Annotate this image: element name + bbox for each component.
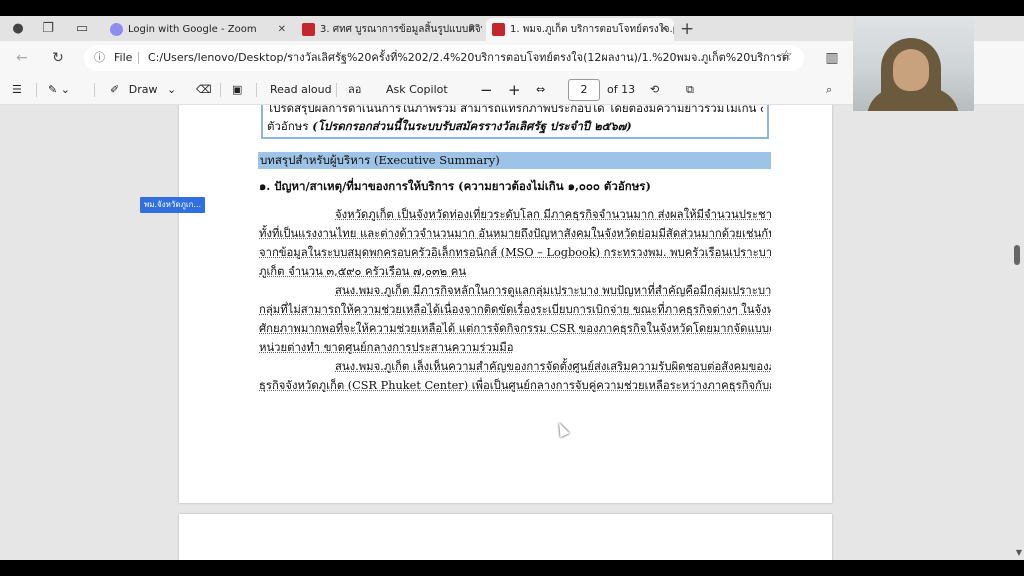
split-screen-icon[interactable]: ▥ [822,48,842,68]
page-total-label: of 13 [607,83,636,96]
instruction-emphasis: (โปรดกรอกส่วนนี้ในระบบรับสมัครรางวัลเลิศ… [312,119,632,133]
paragraph-2: สนง.พมจ.ภูเก็ต มีภารกิจหลักในการดูแลกลุ่… [259,281,771,357]
divider [220,83,221,97]
file-scheme-label: File [114,51,133,64]
text-line: สนง.พมจ.ภูเก็ต มีภารกิจหลักในการดูแลกลุ่… [335,284,771,297]
text-line: จังหวัดภูเก็ต เป็นจังหวัดท่องเที่ยวระดับ… [335,208,771,221]
comment-chip[interactable]: พม.จังหวัดภูเก... [140,197,205,213]
paragraph-3: สนง.พมจ.ภูเก็ต เล็งเห็นความสำคัญของการจั… [259,357,771,395]
text-line: กลุ่มที่ไม่สามารถให้ความช่วยเหลือได้เนื่… [259,303,771,316]
pdf-icon [492,23,505,36]
reload-icon[interactable]: ↻ [48,48,68,68]
pdf-page-2: โปรดสรุปผลการดำเนินการในภาพรวม สามารถแทร… [179,105,832,503]
pdf-page-3 [179,514,832,560]
url-text: C:/Users/lenovo/Desktop/รางวัลเลิศรัฐ%20… [148,51,788,64]
text-line: ทั้งที่เป็นแรงงานไทย และต่างด้าวจำนวนมาก… [259,227,771,240]
profile-icon[interactable]: ● [8,19,28,39]
favorite-star-icon[interactable]: ☆ [780,48,793,64]
divider [36,83,37,97]
close-icon[interactable]: ✕ [660,18,668,41]
back-icon[interactable]: ← [12,48,32,68]
text-line: สนง.พมจ.ภูเก็ต เล็งเห็นความสำคัญของการจั… [335,360,771,373]
workspaces-icon[interactable]: ❐ [38,19,58,39]
draw-icon: ✐ [110,83,120,96]
webcam-video-thumbnail [853,16,974,111]
zoom-icon [110,23,123,36]
zoom-in-button[interactable]: + [508,75,521,105]
scrollbar-thumb[interactable] [1014,245,1020,265]
tab-label: Login with Google - Zoom [128,24,257,35]
tab-label: 1. พมจ.ภูเก็ต บริการตอบโจทย์ตรงใจ.p [510,24,674,35]
info-icon[interactable]: ⓘ [94,45,105,71]
text-line: จากข้อมูลในระบบสมุดพกครอบครัวอิเล็กทรอนิ… [259,246,771,259]
draw-button[interactable]: ✐ Draw ⌄ [110,75,176,105]
tab-actions-icon[interactable]: ▭ [72,19,92,39]
translate-icon[interactable]: ลอ [348,75,361,105]
text-line: ธุรกิจจังหวัดภูเก็ต (CSR Phuket Center) … [259,379,771,392]
divider [94,83,95,97]
url-field[interactable]: ⓘ File C:/Users/lenovo/Desktop/รางวัลเลิ… [84,45,804,71]
rotate-icon[interactable]: ⟲ [650,75,659,105]
draw-label: Draw [128,83,158,96]
tab-pdf-1-active[interactable]: 1. พมจ.ภูเก็ต บริการตอบโจทย์ตรงใจ.p ✕ [486,18,674,41]
zoom-out-button[interactable]: − [480,75,493,105]
tab-zoom[interactable]: Login with Google - Zoom ✕ [104,18,292,41]
ask-copilot-button[interactable]: Ask Copilot [386,75,448,105]
close-icon[interactable]: ✕ [278,18,286,41]
contents-icon[interactable]: ☰ [12,75,22,105]
chevron-down-icon: ⌄ [166,83,177,96]
instruction-line-1: โปรดสรุปผลการดำเนินการในภาพรวม สามารถแทร… [267,105,763,115]
divider [336,83,337,97]
instruction-box: โปรดสรุปผลการดำเนินการในภาพรวม สามารถแทร… [261,105,769,139]
text-line: ศักยภาพมากพอที่จะให้ความช่วยเหลือได้ แต่… [259,322,771,335]
tab-label: 3. ศทศ บูรณาการข้อมูลสิ้นรูปแบบดิจิทั [320,24,482,35]
page-view-icon[interactable]: ⧉ [686,75,694,105]
pdf-icon [302,23,315,36]
divider [138,52,139,64]
highlight-icon[interactable]: ✎ ⌄ [48,75,70,105]
text-line: ภูเก็ต จำนวน ๓,๕๙๐ ครัวเรือน ๗,๐๓๒ คน [259,265,467,278]
section-heading: บทสรุปสำหรับผู้บริหาร (Executive Summary… [258,152,771,169]
text-box-icon[interactable]: ▣ [232,75,242,105]
paragraph-1: จังหวัดภูเก็ต เป็นจังหวัดท่องเที่ยวระดับ… [259,205,771,281]
close-icon[interactable]: ✕ [468,18,476,41]
question-heading: ๑. ปัญหา/สาเหตุ/ที่มาของการให้บริการ (คว… [259,179,651,193]
text-line: หน่วยต่างทำ ขาดศูนย์กลางการประสานความร่ว… [259,341,514,354]
eraser-icon[interactable]: ⌫ [196,75,212,105]
instruction-text: ตัวอักษร [267,119,313,133]
search-icon[interactable]: ⌕ [826,75,832,105]
page-number-input[interactable]: 2 [568,79,600,101]
scroll-down-arrow[interactable]: ▼ [1016,548,1022,557]
person-face [893,49,929,91]
instruction-line-2: ตัวอักษร (โปรดกรอกส่วนนี้ในระบบรับสมัครร… [267,119,632,133]
pdf-viewport[interactable]: โปรดสรุปผลการดำเนินการในภาพรวม สามารถแทร… [0,105,1024,560]
fit-page-icon[interactable]: ⇔ [536,75,545,105]
new-tab-icon[interactable]: + [680,18,694,41]
read-aloud-button[interactable]: Read aloud [270,75,332,105]
tab-pdf-3[interactable]: 3. ศทศ บูรณาการข้อมูลสิ้นรูปแบบดิจิทั ✕ [296,18,482,41]
divider [256,83,257,97]
